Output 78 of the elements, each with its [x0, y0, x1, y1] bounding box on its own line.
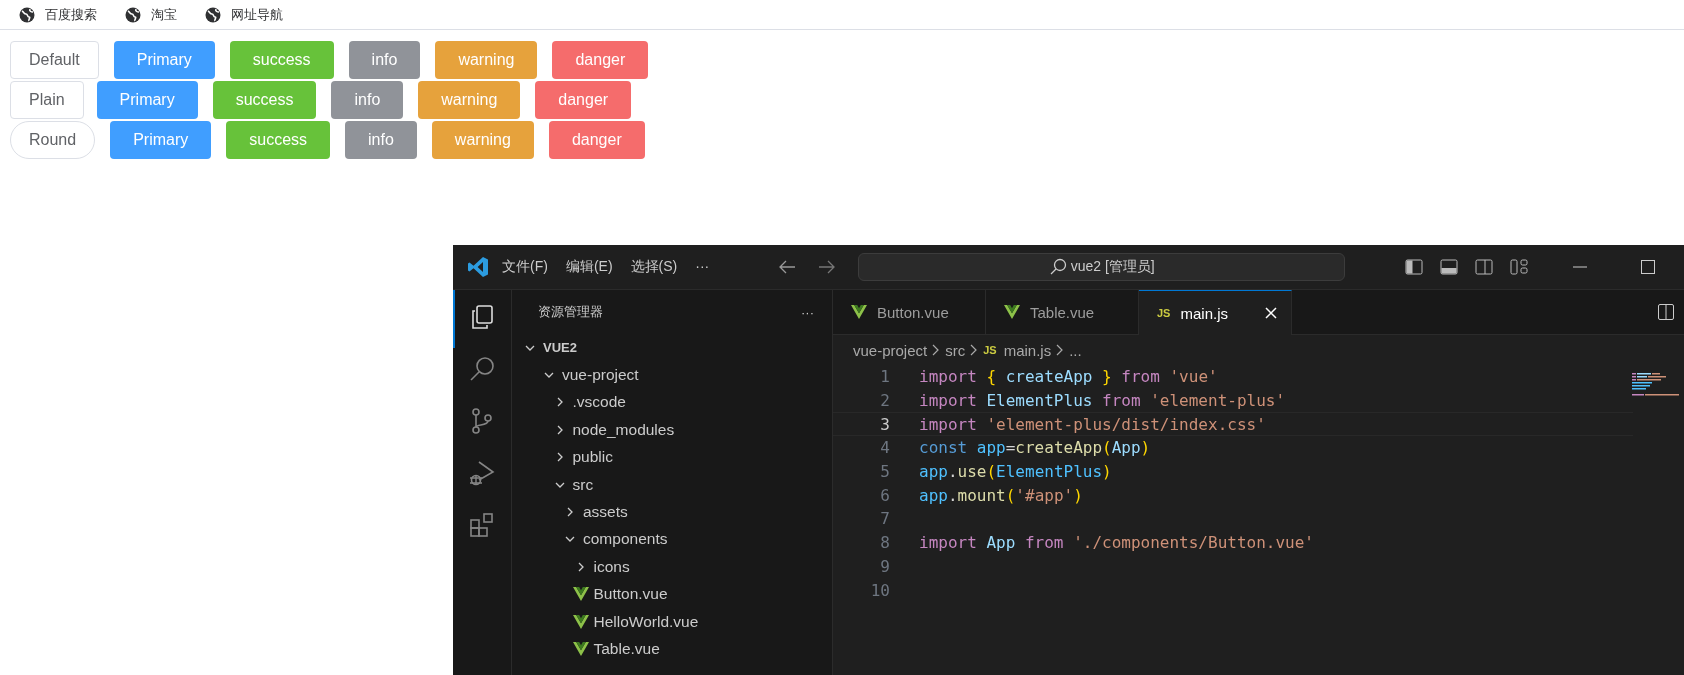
tree-item[interactable]: assets	[512, 498, 832, 526]
menu-item[interactable]: 编辑(E)	[556, 254, 622, 280]
code-line: import 'element-plus/dist/index.css'	[919, 414, 1266, 434]
editor-tab[interactable]: JS main.js	[1139, 290, 1292, 335]
vue-icon	[572, 587, 589, 602]
sidebar-title: 资源管理器	[538, 303, 603, 321]
nav-link[interactable]: 网址导航	[205, 5, 283, 24]
line-number: 2	[879, 391, 891, 411]
breadcrumb-item[interactable]: vue-project	[853, 341, 928, 359]
code-line: import App from './components/Button.vue'	[919, 533, 1314, 553]
code-line: const app=createApp(App)	[919, 438, 1151, 458]
button[interactable]: Default	[10, 41, 99, 79]
tree-item[interactable]: icons	[512, 553, 832, 581]
line-number: 10	[869, 580, 891, 600]
js-file-label: JS	[983, 344, 997, 356]
sidebar-toggle-icon[interactable]	[1405, 259, 1424, 275]
menu-item[interactable]: 选择(S)	[621, 254, 687, 280]
code-line: app.mount('#app')	[919, 485, 1083, 505]
nav-link[interactable]: 百度搜索	[19, 5, 97, 24]
globe-icon	[205, 6, 221, 23]
nav-link[interactable]: 淘宝	[125, 5, 177, 24]
nav-link-label: 网址导航	[231, 5, 283, 24]
app-logo-icon	[467, 256, 489, 278]
vue-icon	[572, 614, 589, 629]
line-number: 1	[879, 367, 891, 387]
search-icon[interactable]	[468, 355, 496, 383]
button[interactable]: Plain	[10, 81, 84, 119]
maximize-icon[interactable]	[1641, 260, 1656, 274]
menu-item[interactable]: ···	[686, 254, 719, 280]
tree-item[interactable]: VUE2	[512, 334, 832, 362]
nav-link-label: 淘宝	[151, 5, 177, 24]
breadcrumb-item[interactable]: main.js	[1003, 341, 1052, 359]
line-number: 9	[879, 556, 891, 576]
tree-item[interactable]: HelloWorld.vue	[512, 607, 832, 636]
vue-icon	[1004, 305, 1020, 319]
line-number: 5	[879, 462, 891, 482]
command-search-field[interactable]: vue2 [管理员]	[858, 253, 1346, 281]
vue-icon	[851, 305, 867, 319]
line-number: 8	[879, 533, 891, 553]
breadcrumb-item[interactable]: src	[945, 341, 966, 359]
line-number: 4	[879, 438, 891, 458]
secondary-sidebar-icon[interactable]	[1475, 259, 1494, 275]
globe-icon	[125, 6, 141, 23]
code-line: import ElementPlus from 'element-plus'	[919, 391, 1286, 411]
menu-item[interactable]: 文件(F)	[493, 254, 557, 280]
tree-item[interactable]: src	[512, 470, 832, 499]
close-icon[interactable]	[1265, 307, 1277, 319]
js-file-label: JS	[1157, 307, 1171, 319]
line-number: 6	[879, 485, 891, 505]
layout-icon[interactable]	[1510, 259, 1529, 275]
tree-item[interactable]: .vscode	[512, 388, 832, 417]
vue-icon	[572, 642, 589, 656]
split-editor-icon[interactable]	[1658, 304, 1674, 320]
tab-label: main.js	[1180, 304, 1229, 322]
tree-item[interactable]: node_modules	[512, 416, 832, 444]
editor-tab[interactable]: Button.vue	[833, 290, 986, 334]
globe-icon	[19, 6, 35, 23]
tree-item[interactable]: vue-project	[512, 361, 832, 389]
forward-arrow-icon[interactable]	[818, 259, 837, 275]
breadcrumb-item[interactable]: ...	[1069, 341, 1082, 359]
more-actions[interactable]: ···	[801, 304, 814, 320]
line-number: 7	[879, 509, 891, 529]
search-icon	[1048, 258, 1067, 276]
code-line: import { createApp } from 'vue'	[919, 367, 1218, 387]
back-arrow-icon[interactable]	[778, 259, 797, 275]
panel-toggle-icon[interactable]	[1440, 259, 1459, 275]
extensions-icon[interactable]	[468, 511, 496, 539]
tree-item[interactable]: components	[512, 525, 832, 554]
tree-item[interactable]: Table.vue	[512, 635, 832, 663]
nav-link-label: 百度搜索	[45, 5, 97, 24]
line-number: 3	[879, 414, 891, 434]
tree-item[interactable]: public	[512, 443, 832, 471]
code-line: app.use(ElementPlus)	[919, 462, 1112, 482]
tree-item[interactable]: Button.vue	[512, 580, 832, 608]
tab-label: Table.vue	[1030, 303, 1096, 321]
button[interactable]: Round	[10, 121, 96, 159]
tab-label: Button.vue	[877, 303, 950, 321]
run-debug-icon[interactable]	[468, 459, 496, 487]
